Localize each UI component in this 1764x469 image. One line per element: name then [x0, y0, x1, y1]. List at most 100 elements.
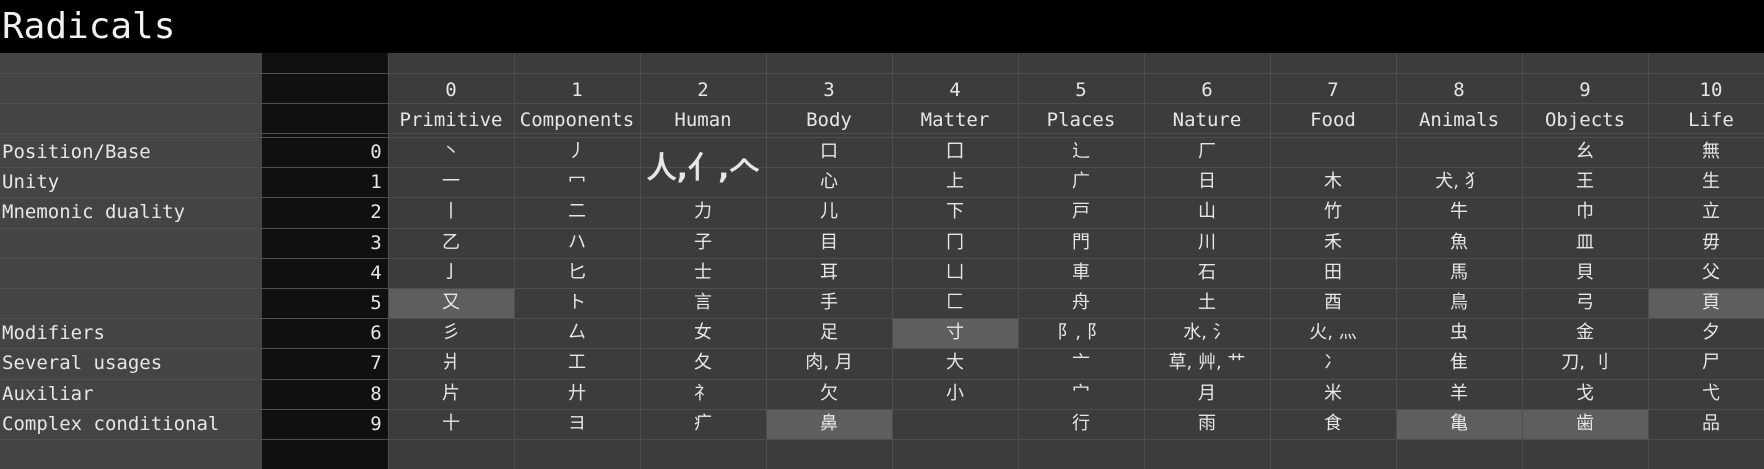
- radical-cell[interactable]: 又: [388, 288, 514, 318]
- radical-cell[interactable]: 夂: [640, 348, 766, 378]
- radical-cell[interactable]: 二: [514, 197, 640, 227]
- radical-cell[interactable]: 金: [1522, 318, 1648, 348]
- radical-cell[interactable]: 皿: [1522, 228, 1648, 258]
- radical-cell[interactable]: 食: [1270, 409, 1396, 439]
- radical-cell[interactable]: 辶: [1018, 137, 1144, 167]
- radical-cell[interactable]: 日: [1144, 167, 1270, 197]
- radical-cell[interactable]: 酉: [1270, 288, 1396, 318]
- radical-cell[interactable]: 王: [1522, 167, 1648, 197]
- radical-cell[interactable]: 歯: [1522, 409, 1648, 439]
- radical-cell[interactable]: 丨: [388, 197, 514, 227]
- radical-cell[interactable]: 土: [1144, 288, 1270, 318]
- radical-cell[interactable]: 肉, 月: [766, 348, 892, 378]
- radical-cell[interactable]: 凵: [892, 258, 1018, 288]
- radical-cell[interactable]: 毋: [1648, 228, 1764, 258]
- radical-cell[interactable]: 川: [1144, 228, 1270, 258]
- radical-cell[interactable]: 亅: [388, 258, 514, 288]
- radical-cell[interactable]: 品: [1648, 409, 1764, 439]
- radical-cell[interactable]: 冫: [1270, 348, 1396, 378]
- radical-cell[interactable]: 牛: [1396, 197, 1522, 227]
- radical-cell[interactable]: 廾: [514, 379, 640, 409]
- radical-cell[interactable]: 匕: [514, 258, 640, 288]
- radical-cell[interactable]: 魚: [1396, 228, 1522, 258]
- radical-cell[interactable]: 丶: [388, 137, 514, 167]
- radical-cell[interactable]: 夕: [1648, 318, 1764, 348]
- radical-cell[interactable]: 鳥: [1396, 288, 1522, 318]
- radical-cell[interactable]: 火, 灬: [1270, 318, 1396, 348]
- radical-cell[interactable]: 鼻: [766, 409, 892, 439]
- radical-cell[interactable]: 欠: [766, 379, 892, 409]
- radical-cell[interactable]: 片: [388, 379, 514, 409]
- radical-cell[interactable]: 舟: [1018, 288, 1144, 318]
- radical-cell[interactable]: 草, 艸, 艹: [1144, 348, 1270, 378]
- radical-cell[interactable]: 弓: [1522, 288, 1648, 318]
- radical-cell[interactable]: 山: [1144, 197, 1270, 227]
- radical-cell[interactable]: 囗: [892, 137, 1018, 167]
- radical-cell[interactable]: 無: [1648, 137, 1764, 167]
- radical-cell[interactable]: 貝: [1522, 258, 1648, 288]
- radical-cell[interactable]: 一: [388, 167, 514, 197]
- radical-cell[interactable]: 禾: [1270, 228, 1396, 258]
- radical-cell[interactable]: 冖: [514, 167, 640, 197]
- human-radical-cell[interactable]: 人,亻,𠆢: [630, 147, 776, 191]
- radical-cell[interactable]: 石: [1144, 258, 1270, 288]
- radical-cell[interactable]: 厶: [514, 318, 640, 348]
- radical-cell[interactable]: 彡: [388, 318, 514, 348]
- radical-cell[interactable]: 士: [640, 258, 766, 288]
- radical-cell[interactable]: 尸: [1648, 348, 1764, 378]
- radical-cell[interactable]: ハ: [514, 228, 640, 258]
- radical-cell[interactable]: 儿: [766, 197, 892, 227]
- radical-cell[interactable]: 刀, 刂: [1522, 348, 1648, 378]
- radical-cell[interactable]: 幺: [1522, 137, 1648, 167]
- radical-cell[interactable]: 父: [1648, 258, 1764, 288]
- radical-cell[interactable]: 十: [388, 409, 514, 439]
- radical-cell[interactable]: 木: [1270, 167, 1396, 197]
- radical-cell[interactable]: 言: [640, 288, 766, 318]
- radical-cell[interactable]: 戸: [1018, 197, 1144, 227]
- radical-cell[interactable]: 田: [1270, 258, 1396, 288]
- radical-cell[interactable]: 乙: [388, 228, 514, 258]
- radical-cell[interactable]: 隹: [1396, 348, 1522, 378]
- radical-cell[interactable]: 戈: [1522, 379, 1648, 409]
- radical-cell[interactable]: 馬: [1396, 258, 1522, 288]
- radical-cell[interactable]: 立: [1648, 197, 1764, 227]
- radical-cell[interactable]: 疒: [640, 409, 766, 439]
- radical-cell[interactable]: 冂: [892, 228, 1018, 258]
- radical-cell[interactable]: 爿: [388, 348, 514, 378]
- radical-cell[interactable]: 寸: [892, 318, 1018, 348]
- radical-cell[interactable]: 亀: [1396, 409, 1522, 439]
- radical-cell[interactable]: 竹: [1270, 197, 1396, 227]
- radical-cell[interactable]: 頁: [1648, 288, 1764, 318]
- radical-cell[interactable]: 米: [1270, 379, 1396, 409]
- radical-cell[interactable]: 月: [1144, 379, 1270, 409]
- radical-cell[interactable]: 厂: [1144, 137, 1270, 167]
- radical-cell[interactable]: 小: [892, 379, 1018, 409]
- radical-cell[interactable]: 足: [766, 318, 892, 348]
- radical-cell[interactable]: 虫: [1396, 318, 1522, 348]
- radical-cell[interactable]: 广: [1018, 167, 1144, 197]
- radical-cell[interactable]: 生: [1648, 167, 1764, 197]
- radical-cell[interactable]: 門: [1018, 228, 1144, 258]
- radical-cell[interactable]: 巾: [1522, 197, 1648, 227]
- radical-cell[interactable]: 弋: [1648, 379, 1764, 409]
- radical-cell[interactable]: 大: [892, 348, 1018, 378]
- radical-cell[interactable]: 宀: [1018, 379, 1144, 409]
- radical-cell[interactable]: 行: [1018, 409, 1144, 439]
- radical-cell[interactable]: 丿: [514, 137, 640, 167]
- radical-cell[interactable]: 女: [640, 318, 766, 348]
- radical-cell[interactable]: 阝, 阝: [1018, 318, 1144, 348]
- radical-cell[interactable]: 工: [514, 348, 640, 378]
- radical-cell[interactable]: 口: [766, 137, 892, 167]
- radical-cell[interactable]: 手: [766, 288, 892, 318]
- radical-cell[interactable]: 目: [766, 228, 892, 258]
- radical-cell[interactable]: 下: [892, 197, 1018, 227]
- radical-cell[interactable]: 上: [892, 167, 1018, 197]
- radical-cell[interactable]: 心: [766, 167, 892, 197]
- radical-cell[interactable]: 水, 氵: [1144, 318, 1270, 348]
- radical-cell[interactable]: 車: [1018, 258, 1144, 288]
- radical-cell[interactable]: 犬, 犭: [1396, 167, 1522, 197]
- radical-cell[interactable]: ト: [514, 288, 640, 318]
- radical-cell[interactable]: 礻: [640, 379, 766, 409]
- radical-cell[interactable]: 力: [640, 197, 766, 227]
- radical-cell[interactable]: 亠: [1018, 348, 1144, 378]
